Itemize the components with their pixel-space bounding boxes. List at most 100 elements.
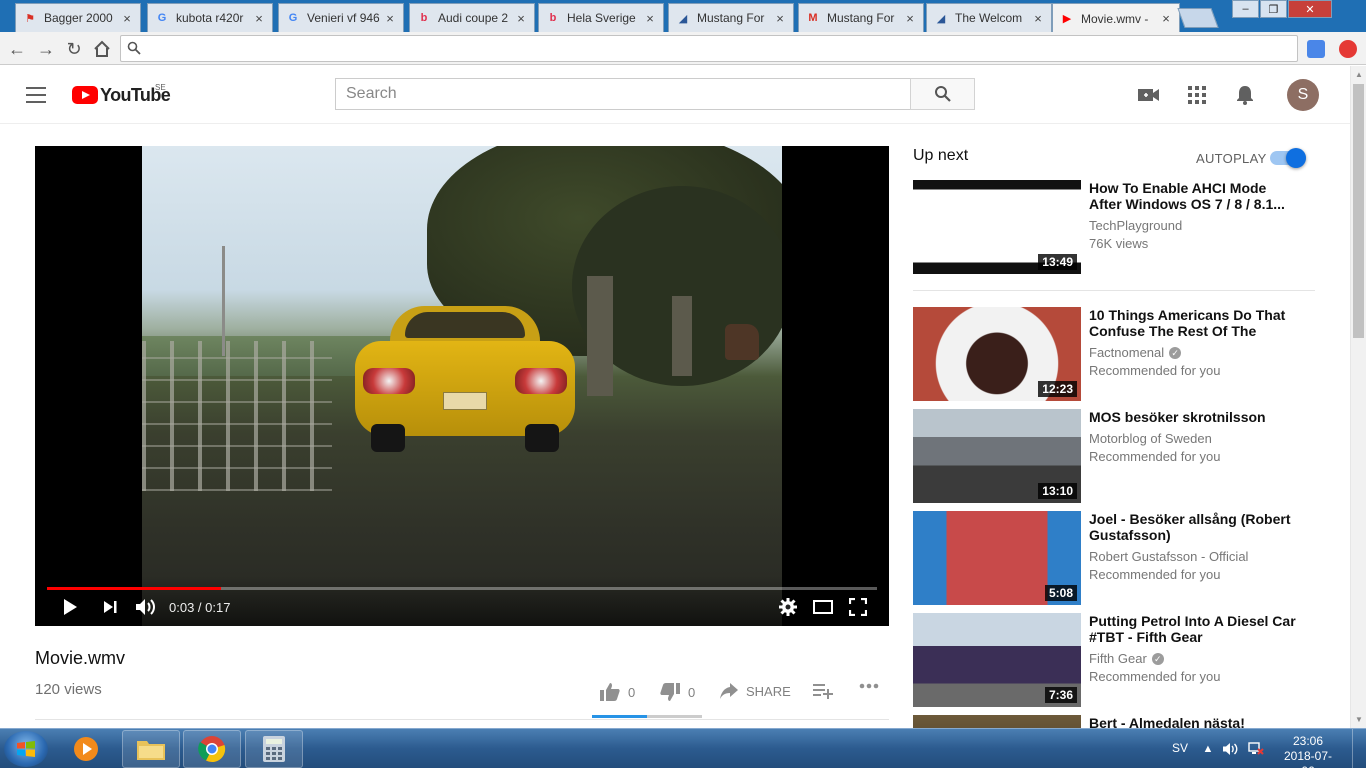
recommended-video[interactable]: 13:10 MOS besöker skrotnilsson Motorblog o… (913, 409, 1333, 503)
account-avatar[interactable]: S (1287, 79, 1319, 111)
autoplay-toggle[interactable] (1270, 148, 1306, 168)
notifications-button[interactable] (1234, 84, 1256, 106)
taskbar-calculator[interactable] (245, 730, 303, 768)
recommended-video[interactable]: 12:23 10 Things Americans Do That Confuse… (913, 307, 1333, 401)
mute-button[interactable] (134, 596, 158, 618)
guide-menu-icon[interactable] (26, 87, 46, 103)
show-desktop-button[interactable] (1352, 729, 1366, 769)
close-tab-icon[interactable]: × (643, 11, 657, 26)
video-title-link[interactable]: 10 Things Americans Do That Confuse The … (1089, 307, 1299, 339)
close-tab-icon[interactable]: × (383, 11, 397, 26)
video-thumbnail[interactable]: 12:23 (913, 307, 1081, 401)
youtube-icon: ▶ (1062, 13, 1072, 25)
close-tab-icon[interactable]: × (903, 11, 917, 26)
extension-icon[interactable] (1339, 40, 1357, 58)
search-button[interactable] (910, 78, 975, 110)
up-next-separator (913, 290, 1315, 291)
gear-icon (779, 598, 797, 616)
close-tab-icon[interactable]: × (1159, 11, 1173, 26)
video-thumbnail[interactable]: 7:36 (913, 613, 1081, 707)
more-actions-button[interactable] (859, 683, 887, 689)
add-to-playlist-button[interactable] (813, 683, 841, 699)
volume-tray-icon[interactable] (1222, 741, 1238, 757)
close-tab-icon[interactable]: × (120, 11, 134, 26)
clock-date: 2018-07-06 (1283, 749, 1333, 778)
fullscreen-button[interactable] (847, 596, 869, 618)
autoplay-toggle-knob[interactable] (1286, 148, 1306, 168)
theater-mode-button[interactable] (811, 596, 835, 618)
video-title-link[interactable]: Putting Petrol Into A Diesel Car #TBT - … (1089, 613, 1299, 645)
translate-extension-icon[interactable] (1307, 40, 1325, 58)
channel-name-text: Motorblog of Sweden (1089, 431, 1212, 446)
video-title-link[interactable]: MOS besöker skrotnilsson (1089, 409, 1299, 425)
network-tray-icon[interactable] (1248, 741, 1264, 757)
video-thumbnail[interactable]: 13:49 (913, 180, 1081, 274)
taskbar-chrome[interactable] (183, 730, 241, 768)
video-frame (142, 146, 782, 626)
next-button[interactable] (99, 596, 121, 618)
new-tab-button[interactable] (1177, 8, 1219, 28)
address-bar[interactable] (120, 35, 1298, 62)
scrollbar-thumb[interactable] (1353, 84, 1364, 338)
create-video-button[interactable] (1138, 84, 1160, 106)
home-button[interactable] (91, 38, 113, 60)
close-tab-icon[interactable]: × (1031, 11, 1045, 26)
share-button[interactable]: SHARE (720, 683, 791, 699)
page-scrollbar[interactable]: ▲ ▼ (1350, 66, 1366, 728)
restore-button[interactable]: ❐ (1260, 0, 1287, 18)
show-hidden-icons[interactable]: ▲ (1200, 741, 1216, 757)
like-button[interactable]: 0 (600, 683, 635, 701)
dislike-button[interactable]: 0 (660, 683, 695, 701)
video-thumbnail[interactable] (913, 715, 1081, 728)
gmail-m-icon: M (808, 12, 818, 24)
more-horizontal-icon (859, 683, 879, 689)
start-button[interactable] (4, 731, 48, 767)
search-input[interactable]: Search (335, 78, 911, 110)
channel-name[interactable]: TechPlayground (1089, 218, 1182, 233)
video-title-link[interactable]: How To Enable AHCI Mode After Windows OS… (1089, 180, 1299, 212)
channel-name[interactable]: Motorblog of Sweden (1089, 431, 1212, 446)
close-tab-icon[interactable]: × (773, 11, 787, 26)
close-tab-icon[interactable]: × (252, 11, 266, 26)
close-window-button[interactable]: ✕ (1288, 0, 1332, 18)
taskbar-media-player[interactable] (57, 730, 115, 768)
minimize-button[interactable]: ‒ (1232, 0, 1259, 18)
channel-name[interactable]: Fifth Gear ✓ (1089, 651, 1164, 666)
browser-tab[interactable]: ⚑ Bagger 2000 × (15, 3, 141, 32)
scroll-up-icon[interactable]: ▲ (1355, 70, 1363, 79)
video-player[interactable]: 0:03 / 0:17 (35, 146, 889, 626)
progress-bar[interactable] (47, 587, 877, 590)
view-count: 120 views (35, 681, 102, 698)
browser-tab[interactable]: ◢ Mustang For × (668, 3, 794, 32)
language-indicator[interactable]: SV (1172, 741, 1188, 755)
browser-tab[interactable]: b Hela Sverige × (538, 3, 664, 32)
channel-name[interactable]: Robert Gustafsson - Official (1089, 549, 1248, 564)
browser-tab[interactable]: G Venieri vf 946 × (278, 3, 404, 32)
browser-tab[interactable]: ▶ Movie.wmv - × (1052, 3, 1180, 33)
video-thumbnail[interactable]: 13:10 (913, 409, 1081, 503)
taskbar-explorer[interactable] (122, 730, 180, 768)
settings-button[interactable] (777, 596, 799, 618)
back-button[interactable]: ← (6, 38, 28, 60)
scroll-down-icon[interactable]: ▼ (1355, 715, 1363, 724)
play-button[interactable] (59, 596, 81, 618)
recommended-video[interactable]: Bert - Almedalen nästa! (913, 715, 1333, 728)
recommended-video[interactable]: 13:49 How To Enable AHCI Mode After Windo… (913, 180, 1333, 274)
recommended-video[interactable]: 5:08 Joel - Besöker allsång (Robert Gusta… (913, 511, 1333, 605)
browser-tab[interactable]: b Audi coupe 2 × (409, 3, 535, 32)
video-title-link[interactable]: Bert - Almedalen nästa! (1089, 715, 1299, 728)
forward-button[interactable]: → (35, 38, 57, 60)
apps-button[interactable] (1186, 84, 1208, 106)
youtube-logo[interactable]: YouTube SE (72, 83, 171, 107)
close-tab-icon[interactable]: × (514, 11, 528, 26)
browser-tab[interactable]: Gkubota r420r × (147, 3, 273, 32)
browser-tab[interactable]: M Mustang For × (798, 3, 924, 32)
video-thumbnail[interactable]: 5:08 (913, 511, 1081, 605)
reload-button[interactable]: ↻ (63, 38, 85, 60)
video-title-link[interactable]: Joel - Besöker allsång (Robert Gustafsso… (1089, 511, 1299, 543)
home-icon (94, 40, 110, 57)
system-clock[interactable]: 23:06 2018-07-06 (1278, 734, 1338, 779)
channel-name[interactable]: Factnomenal ✓ (1089, 345, 1182, 360)
recommended-video[interactable]: 7:36 Putting Petrol Into A Diesel Car #TB… (913, 613, 1333, 707)
browser-tab[interactable]: ◢ The Welcom × (926, 3, 1052, 32)
